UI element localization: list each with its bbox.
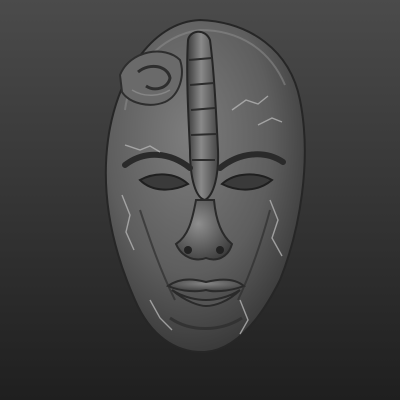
sculpt-viewport[interactable] (0, 0, 400, 400)
temple-ornament (118, 50, 183, 106)
stone-mask-model (0, 0, 400, 400)
upper-lip (165, 278, 246, 293)
